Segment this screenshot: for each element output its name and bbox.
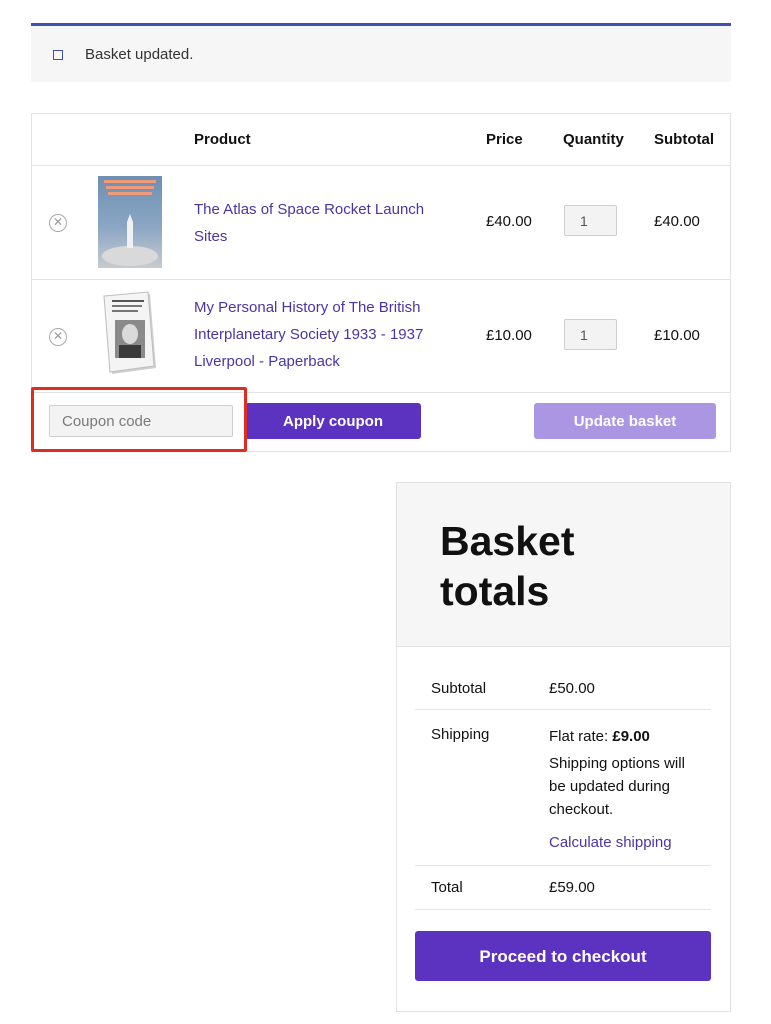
remove-item-icon[interactable]: ✕ [49,214,67,232]
header-product: Product [194,131,251,148]
basket-totals-header: Basket totals [397,483,730,647]
total-value: £59.00 [549,879,595,896]
shipping-note: Shipping options will be updated during … [549,755,685,818]
basket-updated-notice: Basket updated. [31,23,731,82]
coupon-highlight-annotation [31,387,247,452]
shipping-rate-prefix: Flat rate: [549,728,613,745]
notice-icon [53,50,63,60]
header-price: Price [486,131,523,148]
product-price: £10.00 [486,327,532,344]
calculate-shipping-link[interactable]: Calculate shipping [549,834,672,851]
header-quantity: Quantity [563,131,624,148]
quantity-input[interactable]: 1 [564,319,617,350]
subtotal-value: £50.00 [549,680,595,697]
notice-message: Basket updated. [85,46,194,63]
table-row: ✕ My Personal History of The British Int… [32,280,730,393]
table-row: ✕ The Atlas of Space Rocket Launch Sites… [32,165,730,280]
shipping-label: Shipping [431,726,490,743]
basket-totals-panel: Basket totals Subtotal £50.00 Shipping F… [396,482,731,1012]
product-link[interactable]: The Atlas of Space Rocket Launch Sites [194,196,444,250]
divider [415,709,711,710]
remove-item-icon[interactable]: ✕ [49,328,67,346]
header-subtotal: Subtotal [654,131,714,148]
product-link[interactable]: My Personal History of The British Inter… [194,294,444,375]
cart-table-header: Product Price Quantity Subtotal [32,114,730,166]
product-thumbnail[interactable] [98,290,162,378]
update-basket-button[interactable]: Update basket [534,403,716,439]
product-subtotal: £10.00 [654,327,700,344]
product-thumbnail[interactable] [98,176,162,268]
quantity-input[interactable]: 1 [564,205,617,236]
shipping-rate-value: £9.00 [612,728,650,745]
subtotal-label: Subtotal [431,680,487,697]
apply-coupon-button[interactable]: Apply coupon [245,403,421,439]
product-subtotal: £40.00 [654,213,700,230]
basket-totals-title: Basket totals [440,518,575,614]
proceed-to-checkout-button[interactable]: Proceed to checkout [415,931,711,981]
divider [415,909,711,910]
total-label: Total [431,879,463,896]
shipping-rate: Flat rate: £9.00 [549,728,650,745]
divider [415,865,711,866]
product-price: £40.00 [486,213,532,230]
